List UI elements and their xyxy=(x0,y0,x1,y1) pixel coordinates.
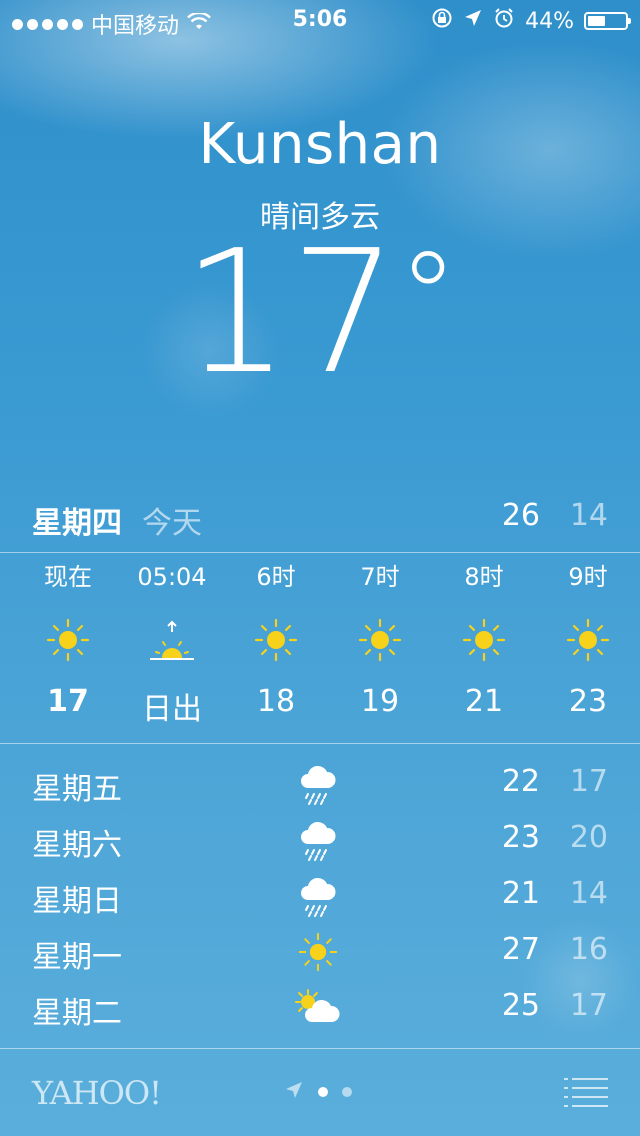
partly-cloudy-icon xyxy=(292,984,344,1032)
daily-day: 星期二 xyxy=(32,996,122,1031)
hourly-forecast[interactable]: 现在 17 05:04 日出 6时 18 7时 19 8时 21 9时 23 xyxy=(0,560,640,740)
sun-icon xyxy=(292,928,344,976)
hour-time: 05:04 xyxy=(137,563,207,591)
hour-time: 8时 xyxy=(464,563,504,591)
daily-low: 20 xyxy=(569,820,608,855)
daily-high: 25 xyxy=(501,988,540,1023)
daily-row: 星期一 27 16 xyxy=(0,924,640,980)
page-dot[interactable] xyxy=(342,1087,352,1097)
daily-high: 22 xyxy=(501,764,540,799)
daily-row: 星期六 23 20 xyxy=(0,812,640,868)
hour-temp: 21 xyxy=(464,684,504,719)
hourly-item: 8时 21 xyxy=(432,560,536,719)
sunrise-icon xyxy=(120,610,224,670)
rain-cloud-icon xyxy=(292,872,344,920)
daily-low: 16 xyxy=(569,932,608,967)
page-indicator[interactable] xyxy=(284,1080,352,1104)
daily-high: 23 xyxy=(501,820,540,855)
daily-low: 14 xyxy=(569,876,608,911)
hour-temp: 日出 xyxy=(142,692,202,727)
rain-cloud-icon xyxy=(292,816,344,864)
today-low: 14 xyxy=(569,498,608,533)
hour-time: 9时 xyxy=(568,563,608,591)
daily-low: 17 xyxy=(569,764,608,799)
divider xyxy=(0,1048,640,1049)
location-arrow-icon xyxy=(463,8,483,34)
location-arrow-icon xyxy=(284,1080,304,1104)
list-menu-icon[interactable] xyxy=(564,1078,608,1108)
today-row: 星期四 今天 26 14 xyxy=(0,492,640,541)
daily-row: 星期日 21 14 xyxy=(0,868,640,924)
daily-low: 17 xyxy=(569,988,608,1023)
hourly-item: 6时 18 xyxy=(224,560,328,719)
hour-time: 6时 xyxy=(256,563,296,591)
hourly-item: 现在 17 xyxy=(16,560,120,719)
daily-day: 星期日 xyxy=(32,884,122,919)
hour-temp: 18 xyxy=(256,684,296,719)
city-name: Kunshan xyxy=(198,112,442,177)
hourly-item: 7时 19 xyxy=(328,560,432,719)
sun-icon xyxy=(224,610,328,670)
today-day: 星期四 xyxy=(32,506,122,541)
daily-day: 星期六 xyxy=(32,828,122,863)
battery-icon xyxy=(584,12,631,30)
daily-high: 21 xyxy=(501,876,540,911)
status-bar: 中国移动 5:06 44% xyxy=(0,0,640,40)
current-temperature: 17° xyxy=(0,228,640,398)
daily-row: 星期二 25 17 xyxy=(0,980,640,1036)
sun-icon xyxy=(16,610,120,670)
hour-time: 7时 xyxy=(360,563,400,591)
sun-icon xyxy=(432,610,536,670)
rotation-lock-icon xyxy=(431,7,453,35)
today-label: 今天 xyxy=(142,506,202,541)
daily-row: 星期五 22 17 xyxy=(0,756,640,812)
sun-icon xyxy=(536,610,640,670)
alarm-icon xyxy=(493,7,515,35)
battery-percent: 44% xyxy=(525,8,574,34)
sun-icon xyxy=(328,610,432,670)
status-right: 44% xyxy=(431,7,631,35)
divider xyxy=(0,743,640,744)
rain-cloud-icon xyxy=(292,760,344,808)
hour-temp: 23 xyxy=(568,684,608,719)
yahoo-logo[interactable]: YAHOO! xyxy=(32,1074,162,1112)
page-dot-active[interactable] xyxy=(318,1087,328,1097)
hourly-item: 9时 23 xyxy=(536,560,640,719)
hour-temp: 17 xyxy=(47,684,89,719)
footer-bar: YAHOO! xyxy=(0,1050,640,1136)
hourly-item: 05:04 日出 xyxy=(120,560,224,728)
temperature-value: 17 xyxy=(181,214,399,412)
daily-high: 27 xyxy=(501,932,540,967)
hour-temp: 19 xyxy=(360,684,400,719)
daily-day: 星期五 xyxy=(32,772,122,807)
divider xyxy=(0,552,640,553)
hour-time: 现在 xyxy=(44,563,92,591)
degree-symbol: ° xyxy=(398,228,459,367)
today-high: 26 xyxy=(501,498,540,533)
daily-day: 星期一 xyxy=(32,940,122,975)
